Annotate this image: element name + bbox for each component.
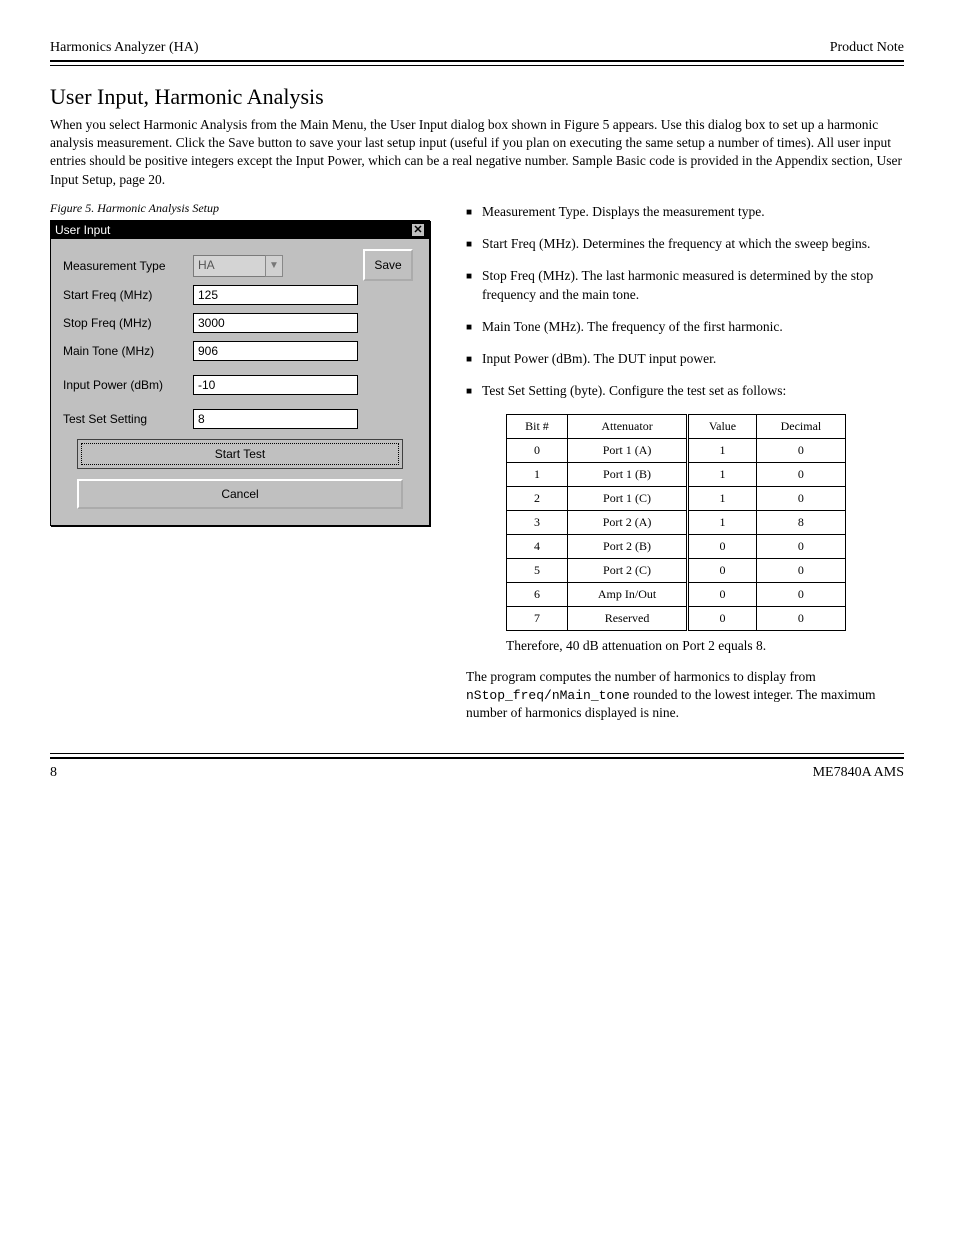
main-tone-label: Main Tone (MHz)	[63, 344, 193, 358]
cell-bit: 6	[507, 583, 568, 607]
table-row: 2Port 1 (C)10	[507, 487, 846, 511]
list-item: Stop Freq (MHz). The last harmonic measu…	[466, 267, 904, 303]
cell-decimal: 8	[756, 511, 845, 535]
cell-decimal: 0	[756, 535, 845, 559]
cell-decimal: 0	[756, 583, 845, 607]
test-set-label: Test Set Setting	[63, 412, 193, 426]
th-decimal: Decimal	[756, 415, 845, 439]
measurement-type-value: HA	[193, 255, 265, 277]
cell-decimal: 0	[756, 487, 845, 511]
bullet-text: Start Freq (MHz). Determines the frequen…	[482, 235, 870, 253]
table-row: 7Reserved00	[507, 607, 846, 631]
table-row: 1Port 1 (B)10	[507, 463, 846, 487]
bottom-divider	[50, 753, 904, 759]
cell-value: 1	[688, 463, 757, 487]
table-header-row: Bit # Attenuator Value Decimal	[507, 415, 846, 439]
bullet-text: Measurement Type. Displays the measureme…	[482, 203, 765, 221]
cell-decimal: 0	[756, 463, 845, 487]
list-item: Start Freq (MHz). Determines the frequen…	[466, 235, 904, 253]
measurement-type-label: Measurement Type	[63, 259, 193, 273]
measurement-type-dropdown[interactable]: HA ▼	[193, 255, 283, 277]
cell-decimal: 0	[756, 607, 845, 631]
table-row: 6Amp In/Out00	[507, 583, 846, 607]
dialog-title: User Input	[55, 223, 110, 237]
dialog-titlebar: User Input ✕	[51, 221, 429, 239]
cell-value: 0	[688, 535, 757, 559]
intro-paragraph: When you select Harmonic Analysis from t…	[50, 116, 904, 189]
save-button[interactable]: Save	[363, 249, 413, 281]
test-set-input[interactable]	[193, 409, 358, 429]
cell-atten: Reserved	[567, 607, 687, 631]
list-item: Measurement Type. Displays the measureme…	[466, 203, 904, 221]
list-item: Test Set Setting (byte). Configure the t…	[466, 382, 904, 400]
cell-bit: 7	[507, 607, 568, 631]
stop-freq-input[interactable]	[193, 313, 358, 333]
cell-atten: Port 1 (A)	[567, 439, 687, 463]
bullet-text: Test Set Setting (byte). Configure the t…	[482, 382, 786, 400]
cell-bit: 4	[507, 535, 568, 559]
input-power-label: Input Power (dBm)	[63, 378, 193, 392]
cell-bit: 2	[507, 487, 568, 511]
cell-atten: Port 2 (C)	[567, 559, 687, 583]
cell-atten: Port 1 (C)	[567, 487, 687, 511]
start-freq-label: Start Freq (MHz)	[63, 288, 193, 302]
cell-value: 0	[688, 583, 757, 607]
cancel-button[interactable]: Cancel	[77, 479, 403, 509]
cell-atten: Amp In/Out	[567, 583, 687, 607]
user-input-dialog: User Input ✕ Save Measurement Type HA ▼ …	[50, 220, 430, 526]
table-row: 5Port 2 (C)00	[507, 559, 846, 583]
input-power-input[interactable]	[193, 375, 358, 395]
cell-bit: 3	[507, 511, 568, 535]
cell-value: 1	[688, 439, 757, 463]
cell-value: 0	[688, 607, 757, 631]
cell-bit: 1	[507, 463, 568, 487]
start-freq-input[interactable]	[193, 285, 358, 305]
cell-bit: 5	[507, 559, 568, 583]
cell-atten: Port 2 (B)	[567, 535, 687, 559]
th-atten: Attenuator	[567, 415, 687, 439]
table-row: 3Port 2 (A)18	[507, 511, 846, 535]
cell-value: 0	[688, 559, 757, 583]
below-text: The program computes the number of harmo…	[466, 668, 904, 723]
bullet-list: Measurement Type. Displays the measureme…	[466, 203, 904, 401]
page-footer: 8 ME7840A AMS	[50, 765, 904, 781]
close-icon[interactable]: ✕	[411, 223, 425, 237]
list-item: Input Power (dBm). The DUT input power.	[466, 350, 904, 368]
page-number: 8	[50, 765, 57, 781]
table-row: 4Port 2 (B)00	[507, 535, 846, 559]
header-left: Harmonics Analyzer (HA)	[50, 40, 199, 56]
page-header: Harmonics Analyzer (HA) Product Note	[50, 40, 904, 56]
th-bit: Bit #	[507, 415, 568, 439]
top-divider	[50, 60, 904, 66]
bullet-text: Main Tone (MHz). The frequency of the fi…	[482, 318, 783, 336]
cell-decimal: 0	[756, 439, 845, 463]
cell-atten: Port 1 (B)	[567, 463, 687, 487]
test-set-table: Bit # Attenuator Value Decimal 0Port 1 (…	[506, 414, 846, 631]
cell-decimal: 0	[756, 559, 845, 583]
cell-atten: Port 2 (A)	[567, 511, 687, 535]
bullet-text: Input Power (dBm). The DUT input power.	[482, 350, 716, 368]
under-table-text: Therefore, 40 dB attenuation on Port 2 e…	[506, 637, 904, 655]
table-row: 0Port 1 (A)10	[507, 439, 846, 463]
start-test-button[interactable]: Start Test	[77, 439, 403, 469]
th-value: Value	[688, 415, 757, 439]
cell-value: 1	[688, 487, 757, 511]
main-tone-input[interactable]	[193, 341, 358, 361]
cell-value: 1	[688, 511, 757, 535]
header-right: Product Note	[830, 40, 904, 56]
list-item: Main Tone (MHz). The frequency of the fi…	[466, 318, 904, 336]
stop-freq-label: Stop Freq (MHz)	[63, 316, 193, 330]
figure-caption: Figure 5. Harmonic Analysis Setup	[50, 201, 440, 216]
bullet-text: Stop Freq (MHz). The last harmonic measu…	[482, 267, 904, 303]
chevron-down-icon[interactable]: ▼	[265, 255, 283, 277]
footer-right: ME7840A AMS	[813, 765, 904, 781]
section-title: User Input, Harmonic Analysis	[50, 84, 904, 110]
cell-bit: 0	[507, 439, 568, 463]
